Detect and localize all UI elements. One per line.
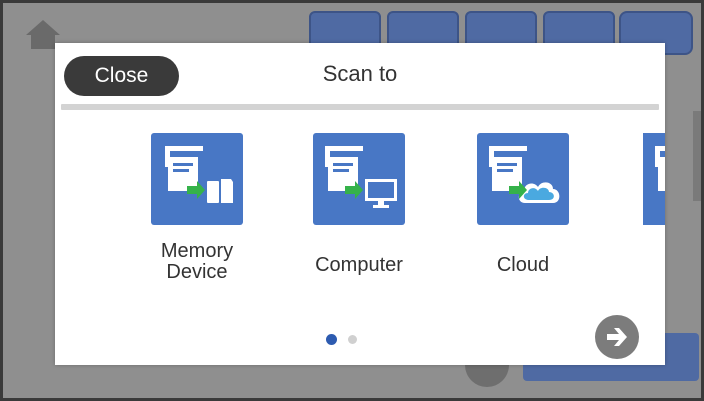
page-indicator-active	[326, 334, 337, 345]
computer-label: Computer	[315, 254, 403, 276]
page-indicator-inactive	[348, 335, 357, 344]
divider	[61, 104, 659, 110]
memory-device-tile[interactable]	[151, 133, 243, 225]
arrow-right-icon	[607, 328, 627, 346]
cloud-label: Cloud	[496, 254, 550, 276]
dialog-title: Scan to	[322, 61, 398, 86]
memory-device-icon	[165, 146, 233, 203]
cloud-icon	[489, 146, 560, 203]
next-page-button[interactable]	[595, 315, 639, 359]
next-destination-tile[interactable]	[643, 133, 665, 225]
background-tab	[693, 111, 701, 201]
scan-destination-icon	[655, 146, 665, 191]
computer-tile[interactable]	[313, 133, 405, 225]
scan-to-dialog: Close Scan to Memory Device Computer Clo…	[55, 43, 665, 365]
cloud-tile[interactable]	[477, 133, 569, 225]
computer-icon	[325, 146, 397, 208]
memory-device-label: Memory Device	[160, 240, 234, 283]
printer-screen: Close Scan to Memory Device Computer Clo…	[0, 0, 704, 401]
